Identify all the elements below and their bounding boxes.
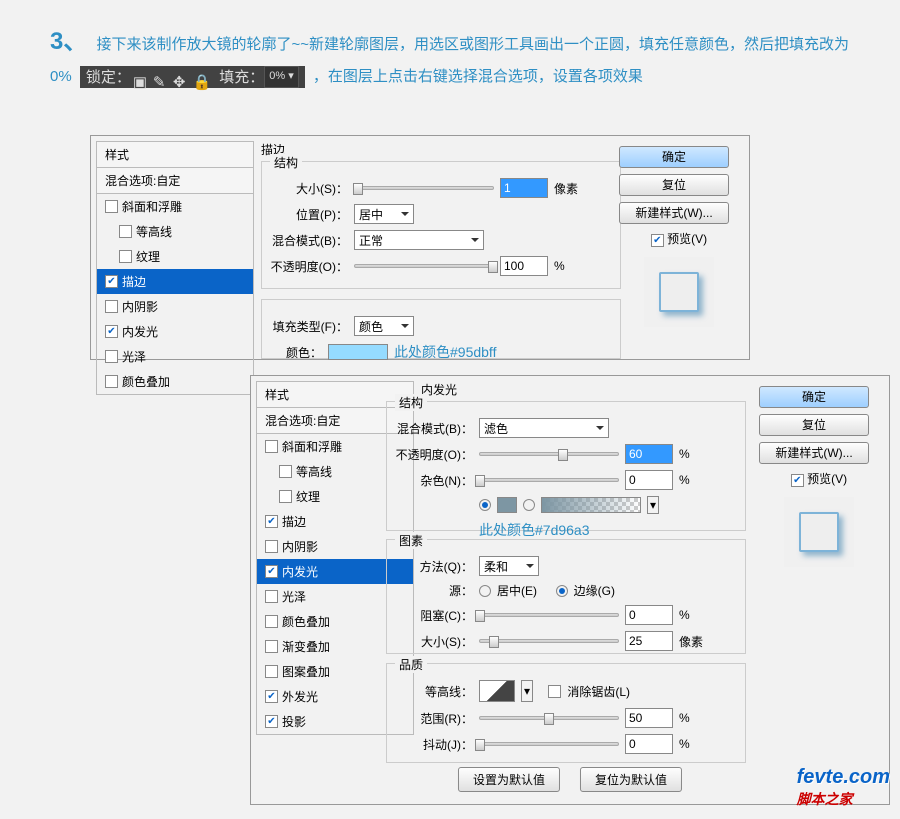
blendmode-dropdown[interactable]: 滤色 [479,418,609,438]
lock-move-icon[interactable]: ✥ [173,69,189,85]
style-checkbox[interactable] [265,690,278,703]
reset-default-button[interactable]: 复位为默认值 [580,767,682,792]
style-checkbox[interactable] [105,325,118,338]
lock-toolbar: 锁定： ▣ ✎ ✥ 🔒 填充： 0% ▾ [80,66,305,88]
structure-group: 结构 大小(S)： 像素 位置(P)： 居中 混合模式(B)： 正常 不透明度(… [261,161,621,289]
jitter-input[interactable] [625,734,673,754]
color-annotation: 此处颜色#95dbff [394,342,496,362]
newstyle-button[interactable]: 新建样式(W)... [759,442,869,464]
style-checkbox[interactable] [105,200,118,213]
stroke-color-swatch[interactable] [328,344,388,360]
lock-transparent-icon[interactable]: ▣ [133,69,149,85]
style-item[interactable]: 斜面和浮雕 [97,194,253,219]
style-item[interactable]: 内发光 [97,319,253,344]
style-checkbox[interactable] [265,440,278,453]
choke-slider[interactable] [479,613,619,617]
style-item[interactable]: 描边 [97,269,253,294]
color-radio[interactable] [479,499,491,511]
dialog-buttons: 确定 复位 新建样式(W)... 预览(V) [759,386,879,577]
ok-button[interactable]: 确定 [759,386,869,408]
reset-button[interactable]: 复位 [619,174,729,196]
style-checkbox[interactable] [105,375,118,388]
step-number: 3、 [50,28,87,55]
glow-color-swatch[interactable] [497,497,517,513]
opacity-slider[interactable] [354,264,494,268]
style-checkbox[interactable] [279,490,292,503]
style-checkbox[interactable] [119,250,132,263]
antialias-checkbox[interactable] [548,685,561,698]
size-slider[interactable] [479,639,619,643]
style-checkbox[interactable] [265,590,278,603]
source-center-radio[interactable] [479,585,491,597]
step-text-after: ，在图层上点击右键选择混合选项，设置各项效果 [313,68,643,85]
preview-checkbox[interactable] [791,474,804,487]
layer-style-dialog-stroke: 样式 混合选项:自定 斜面和浮雕等高线纹理描边内阴影内发光光泽颜色叠加 描边 结… [90,135,750,360]
source-edge-radio[interactable] [556,585,568,597]
style-item[interactable]: 纹理 [97,244,253,269]
structure-group: 结构 混合模式(B)： 滤色 不透明度(O)： % 杂色(N)： % ▾ 此处颜… [386,401,746,531]
elements-group: 图素 方法(Q)： 柔和 源： 居中(E) 边缘(G) 阻塞(C)： % 大小(… [386,539,746,654]
choke-input[interactable] [625,605,673,625]
style-item[interactable]: 颜色叠加 [97,369,253,394]
opacity-input[interactable] [625,444,673,464]
method-dropdown[interactable]: 柔和 [479,556,539,576]
blendmode-dropdown[interactable]: 正常 [354,230,484,250]
style-checkbox[interactable] [265,615,278,628]
filltype-dropdown[interactable]: 颜色 [354,316,414,336]
newstyle-button[interactable]: 新建样式(W)... [619,202,729,224]
style-checkbox[interactable] [265,715,278,728]
style-checkbox[interactable] [105,300,118,313]
blend-options[interactable]: 混合选项:自定 [96,167,254,194]
contour-picker[interactable] [479,680,515,702]
size-slider[interactable] [354,186,494,190]
dialog-buttons: 确定 复位 新建样式(W)... 预览(V) [619,146,739,337]
lock-brush-icon[interactable]: ✎ [153,69,169,85]
watermark: fevte.com 脚本之家 [797,766,890,809]
position-dropdown[interactable]: 居中 [354,204,414,224]
preview-checkbox[interactable] [651,234,664,247]
chevron-down-icon[interactable]: ▾ [521,680,533,702]
range-slider[interactable] [479,716,619,720]
fill-group: 填充类型(F)： 颜色 颜色： 此处颜色#95dbff [261,299,621,359]
gradient-picker[interactable] [541,497,641,513]
preview-thumbnail [644,257,714,327]
styles-header[interactable]: 样式 [96,141,254,167]
range-input[interactable] [625,708,673,728]
style-checkbox[interactable] [265,640,278,653]
layer-style-dialog-innerglow: 样式 混合选项:自定 斜面和浮雕等高线纹理描边内阴影内发光光泽颜色叠加渐变叠加图… [250,375,890,805]
noise-slider[interactable] [479,478,619,482]
lock-all-icon[interactable]: 🔒 [193,69,209,85]
style-checkbox[interactable] [105,350,118,363]
opacity-slider[interactable] [479,452,619,456]
style-item[interactable]: 等高线 [97,219,253,244]
gradient-radio[interactable] [523,499,535,511]
style-checkbox[interactable] [279,465,292,478]
style-checkbox[interactable] [265,665,278,678]
color-annotation: 此处颜色#7d96a3 [479,520,590,540]
ok-button[interactable]: 确定 [619,146,729,168]
step-instruction: 3、 接下来该制作放大镜的轮廓了~~新建轮廓图层，用选区或图形工具画出一个正圆，… [0,0,900,100]
set-default-button[interactable]: 设置为默认值 [458,767,560,792]
style-checkbox[interactable] [265,515,278,528]
opacity-input[interactable] [500,256,548,276]
default-buttons: 设置为默认值 复位为默认值 [458,767,682,792]
jitter-slider[interactable] [479,742,619,746]
styles-list: 样式 混合选项:自定 斜面和浮雕等高线纹理描边内阴影内发光光泽颜色叠加 [96,141,254,395]
style-checkbox[interactable] [265,540,278,553]
style-item[interactable]: 内阴影 [97,294,253,319]
chevron-down-icon[interactable]: ▾ [647,496,659,514]
noise-input[interactable] [625,470,673,490]
reset-button[interactable]: 复位 [759,414,869,436]
size-input[interactable] [625,631,673,651]
style-checkbox[interactable] [265,565,278,578]
fill-dropdown[interactable]: 0% ▾ [264,66,298,88]
style-item[interactable]: 光泽 [97,344,253,369]
quality-group: 品质 等高线： ▾ 消除锯齿(L) 范围(R)： % 抖动(J)： % [386,663,746,763]
preview-thumbnail [784,497,854,567]
style-checkbox[interactable] [119,225,132,238]
style-checkbox[interactable] [105,275,118,288]
size-input[interactable] [500,178,548,198]
